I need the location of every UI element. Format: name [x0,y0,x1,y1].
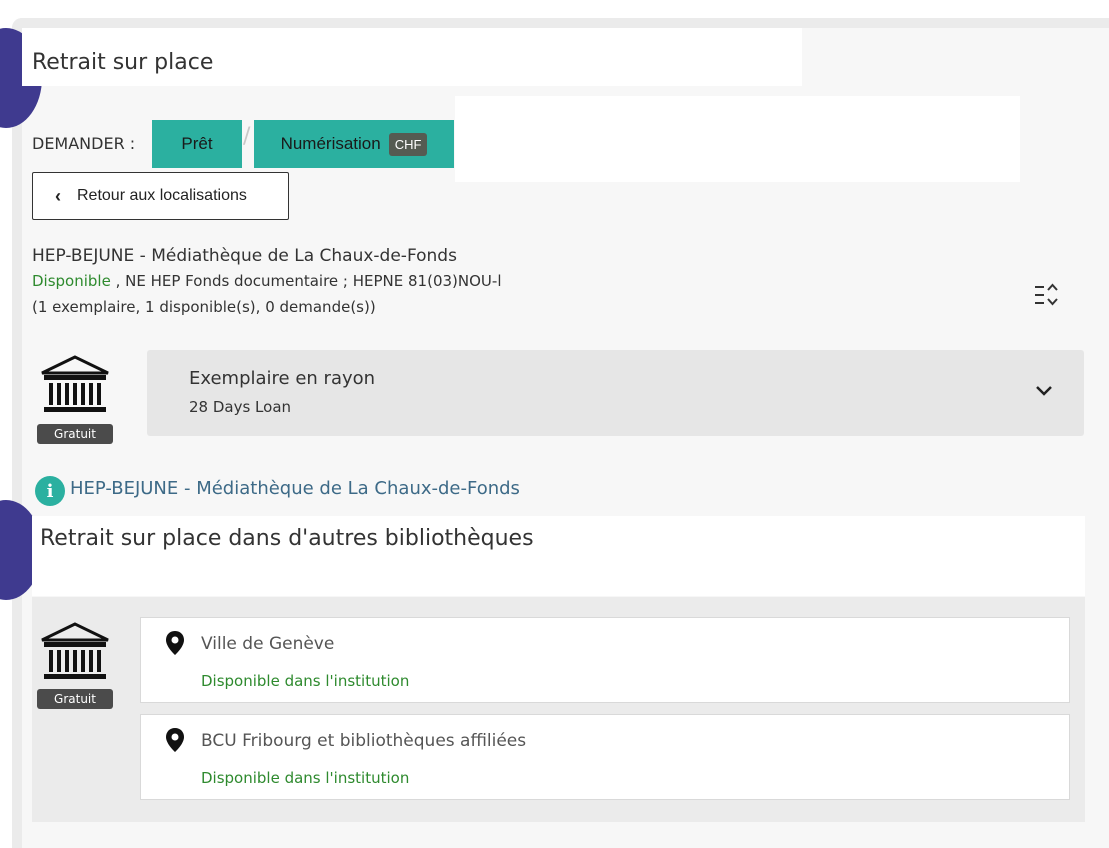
library-name: HEP-BEJUNE - Médiathèque de La Chaux-de-… [32,246,457,266]
chevron-down-icon[interactable] [1034,380,1054,400]
shelf-location: , NE HEP Fonds documentaire ; HEPNE 81(0… [110,272,502,290]
location-name: BCU Fribourg et bibliothèques affiliées [201,731,527,751]
back-to-locations-button[interactable]: ‹ Retour aux localisations [32,172,289,220]
library-building-icon [41,355,109,412]
map-pin-icon [166,728,184,752]
location-name: Ville de Genève [201,634,335,654]
free-badge: Gratuit [37,424,113,444]
request-area-background [455,96,1020,182]
loan-button[interactable]: Prêt [152,120,242,168]
section-title-other-libraries: Retrait sur place dans d'autres biblioth… [40,526,534,551]
library-building-icon [41,622,109,679]
item-title: Exemplaire en rayon [189,368,376,389]
info-icon: i [35,476,65,506]
separator: / [243,124,251,149]
map-pin-icon [166,631,184,655]
availability-status: Disponible [32,272,111,290]
item-card[interactable]: Exemplaire en rayon 28 Days Loan [147,350,1084,436]
chevron-left-icon: ‹ [55,185,61,206]
item-policy: 28 Days Loan [189,398,292,416]
location-card[interactable]: BCU Fribourg et bibliothèques affiliées … [140,714,1070,800]
availability-line: Disponible , NE HEP Fonds documentaire ;… [32,272,501,290]
digitization-button[interactable]: Numérisation CHF [254,120,454,168]
free-badge: Gratuit [37,689,113,709]
location-status: Disponible dans l'institution [201,672,410,690]
section-title-pickup: Retrait sur place [32,50,214,75]
location-status: Disponible dans l'institution [201,769,410,787]
chf-badge: CHF [388,132,428,156]
library-info-link[interactable]: HEP-BEJUNE - Médiathèque de La Chaux-de-… [70,478,520,499]
location-card[interactable]: Ville de Genève Disponible dans l'instit… [140,617,1070,703]
digitization-label: Numérisation [280,134,381,153]
request-label: DEMANDER : [32,134,136,153]
page: Retrait sur place DEMANDER : Prêt / Numé… [0,0,1109,848]
item-counts: (1 exemplaire, 1 disponible(s), 0 demand… [32,298,376,316]
sort-icon[interactable] [1033,282,1059,308]
back-button-label: Retour aux localisations [77,187,247,204]
